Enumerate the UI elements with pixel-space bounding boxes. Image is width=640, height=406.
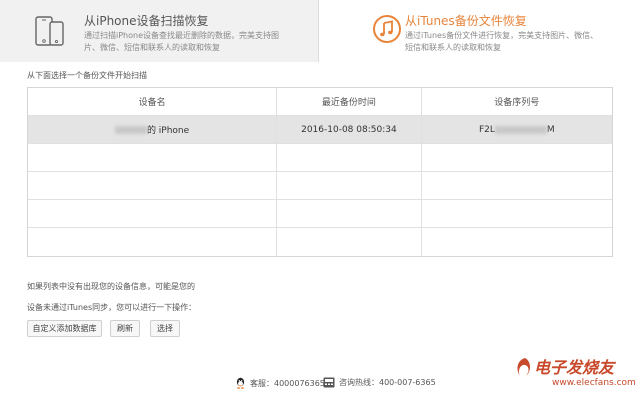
- hotline-text: 咨询热线：400-007-6365: [339, 378, 436, 387]
- tab-itunes-backup[interactable]: 从iTunes备份文件恢复 通过iTunes备份文件进行恢复，完美支持图片、微信…: [319, 0, 640, 62]
- redacted-text: [494, 125, 547, 134]
- empty-cell: [422, 144, 612, 171]
- watermark-main-text: 电子发烧友: [534, 358, 615, 377]
- column-header-serial[interactable]: 设备序列号: [422, 88, 612, 115]
- empty-cell: [422, 228, 612, 256]
- qq-support: 客服：4000076365: [235, 377, 325, 389]
- serial-suffix: M: [546, 124, 555, 135]
- hotline: 咨询热线：400-007-6365: [323, 377, 436, 388]
- redacted-text: [114, 125, 147, 134]
- music-note-icon: [372, 14, 402, 48]
- column-header-backup-time[interactable]: 最近备份时间: [277, 88, 422, 115]
- select-backup-hint: 从下面选择一个备份文件开始扫描: [27, 71, 147, 80]
- watermark-url-text: www.elecfans.com: [552, 378, 636, 388]
- column-header-device-name[interactable]: 设备名: [28, 88, 278, 115]
- missing-device-note: 如果列表中没有出现您的设备信息，可能是您的: [27, 282, 195, 291]
- serial-cell: F2L M: [422, 116, 612, 143]
- tab-iphone-scan-title: 从iPhone设备扫描恢复: [84, 14, 209, 28]
- refresh-button[interactable]: 刷新: [110, 320, 140, 337]
- empty-cell: [28, 200, 278, 227]
- phone-icon: [34, 14, 68, 52]
- empty-cell: [422, 172, 612, 199]
- table-row[interactable]: [28, 144, 612, 172]
- hotline-icon: [323, 377, 335, 388]
- table-row[interactable]: 的 iPhone 2016-10-08 08:50:34 F2L M: [28, 116, 612, 144]
- table-header-row: 设备名 最近备份时间 设备序列号: [28, 88, 612, 116]
- backup-table: 设备名 最近备份时间 设备序列号 的 iPhone 2016-10-08 08:…: [27, 87, 613, 257]
- device-name-text: 的 iPhone: [146, 126, 190, 136]
- qq-penguin-icon: [236, 377, 245, 389]
- elecfans-watermark: 电子发烧友 www.elecfans.com: [512, 352, 636, 402]
- device-name-cell: 的 iPhone: [28, 116, 278, 143]
- empty-cell: [28, 228, 278, 256]
- table-row[interactable]: [28, 200, 612, 228]
- empty-cell: [28, 144, 278, 171]
- table-row[interactable]: [28, 228, 612, 256]
- empty-cell: [277, 144, 422, 171]
- backup-time-cell: 2016-10-08 08:50:34: [277, 116, 422, 143]
- add-database-button[interactable]: 自定义添加数据库: [27, 320, 102, 337]
- empty-cell: [422, 200, 612, 227]
- recovery-mode-tabs: 从iPhone设备扫描恢复 通过扫描iPhone设备查找最近删除的数据，完美支持…: [0, 0, 640, 62]
- tab-itunes-backup-title: 从iTunes备份文件恢复: [405, 14, 527, 28]
- tab-iphone-scan[interactable]: 从iPhone设备扫描恢复 通过扫描iPhone设备查找最近删除的数据，完美支持…: [0, 0, 319, 62]
- empty-cell: [277, 172, 422, 199]
- qq-support-text: 客服：4000076365: [250, 378, 325, 388]
- tab-iphone-scan-description: 通过扫描iPhone设备查找最近删除的数据，完美支持图片、微信、短信和联系人的读…: [84, 31, 280, 52]
- tab-itunes-backup-description: 通过iTunes备份文件进行恢复，完美支持图片、微信、短信和联系人的读取和恢复: [405, 31, 599, 52]
- select-button[interactable]: 选择: [150, 320, 180, 337]
- serial-prefix: F2L: [478, 124, 495, 135]
- empty-cell: [28, 172, 278, 199]
- table-row[interactable]: [28, 172, 612, 200]
- empty-cell: [277, 200, 422, 227]
- empty-cell: [277, 228, 422, 256]
- itunes-sync-note: 设备未通过iTunes同步，您可以进行一下操作：: [27, 303, 197, 312]
